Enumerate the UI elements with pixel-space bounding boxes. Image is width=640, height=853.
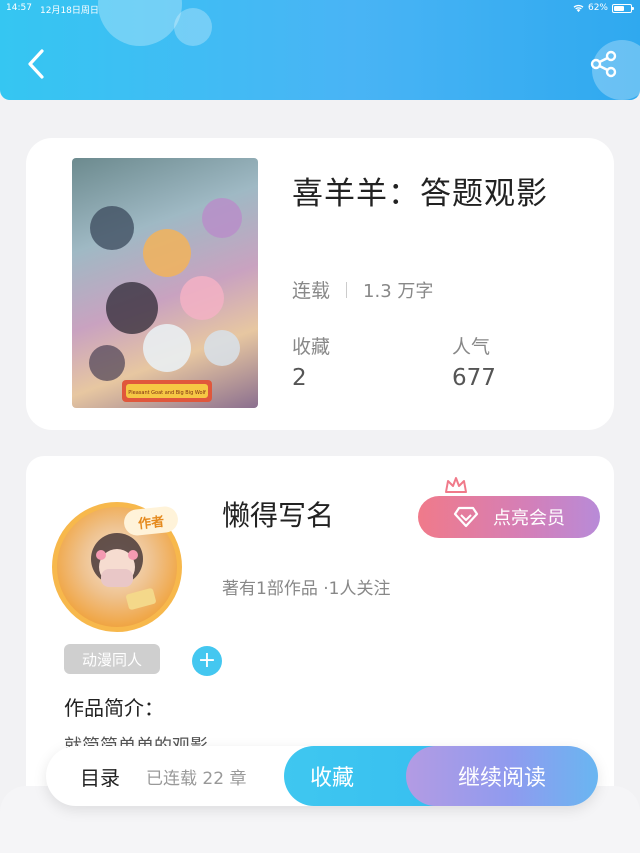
author-name: 懒得写名 (222, 499, 335, 532)
author-avatar-wrap[interactable]: 作者 (52, 502, 182, 632)
vip-label: 点亮会员 (493, 508, 565, 529)
book-status: 连载 (292, 280, 331, 302)
continue-reading-label: 继续阅读 (457, 766, 546, 791)
back-icon (28, 49, 44, 79)
back-button[interactable] (18, 44, 54, 84)
plus-icon: + (197, 648, 217, 673)
chapter-count: 已连载 22 章 (146, 768, 247, 789)
author-stats: 著有1部作品 ·1人关注 (222, 579, 391, 599)
header-bar: 14:57 12月18日周日 62% (0, 0, 640, 100)
battery-percent: 62% (587, 3, 608, 13)
intro-label: 作品简介： (64, 696, 164, 720)
cover-illustration: Pleasant Goat and Big Big Wolf (89, 198, 242, 402)
book-word-count: 1.3 万字 (363, 280, 434, 302)
meta-divider (346, 281, 348, 298)
status-right: 62% (573, 3, 634, 13)
favorites-label: 收藏 (292, 336, 331, 358)
book-cover[interactable]: Pleasant Goat and Big Big Wolf (72, 158, 258, 408)
battery-icon (612, 3, 634, 13)
action-bar: 目录 已连载 22 章 收藏 继续阅读 (46, 746, 598, 806)
status-bar: 14:57 12月18日周日 62% (0, 0, 640, 18)
status-date: 12月18日周日 (40, 6, 99, 16)
book-meta: 连载 1.3 万字 (292, 276, 433, 303)
favorites-value: 2 (292, 365, 307, 391)
crown-icon (445, 477, 467, 493)
book-title: 喜羊羊：答题观影 (292, 176, 548, 212)
popularity-label: 人气 (452, 336, 491, 358)
continue-reading-button[interactable]: 继续阅读 (406, 746, 598, 806)
popularity-value: 677 (452, 365, 496, 391)
diamond-icon (453, 506, 479, 528)
wifi-icon (573, 4, 584, 12)
genre-tag[interactable]: 动漫同人 (64, 644, 160, 674)
battery-level (614, 5, 624, 11)
book-info-card: Pleasant Goat and Big Big Wolf 喜羊羊：答题观影 … (26, 138, 614, 430)
favorite-label: 收藏 (310, 766, 355, 791)
add-tag-button[interactable]: + (192, 646, 222, 676)
cover-logo: Pleasant Goat and Big Big Wolf (128, 390, 206, 396)
toc-button[interactable]: 目录 (80, 746, 120, 806)
vip-button[interactable]: 点亮会员 (418, 496, 600, 538)
status-time: 14:57 (6, 3, 32, 13)
share-icon (590, 50, 617, 78)
share-button[interactable] (586, 46, 622, 82)
